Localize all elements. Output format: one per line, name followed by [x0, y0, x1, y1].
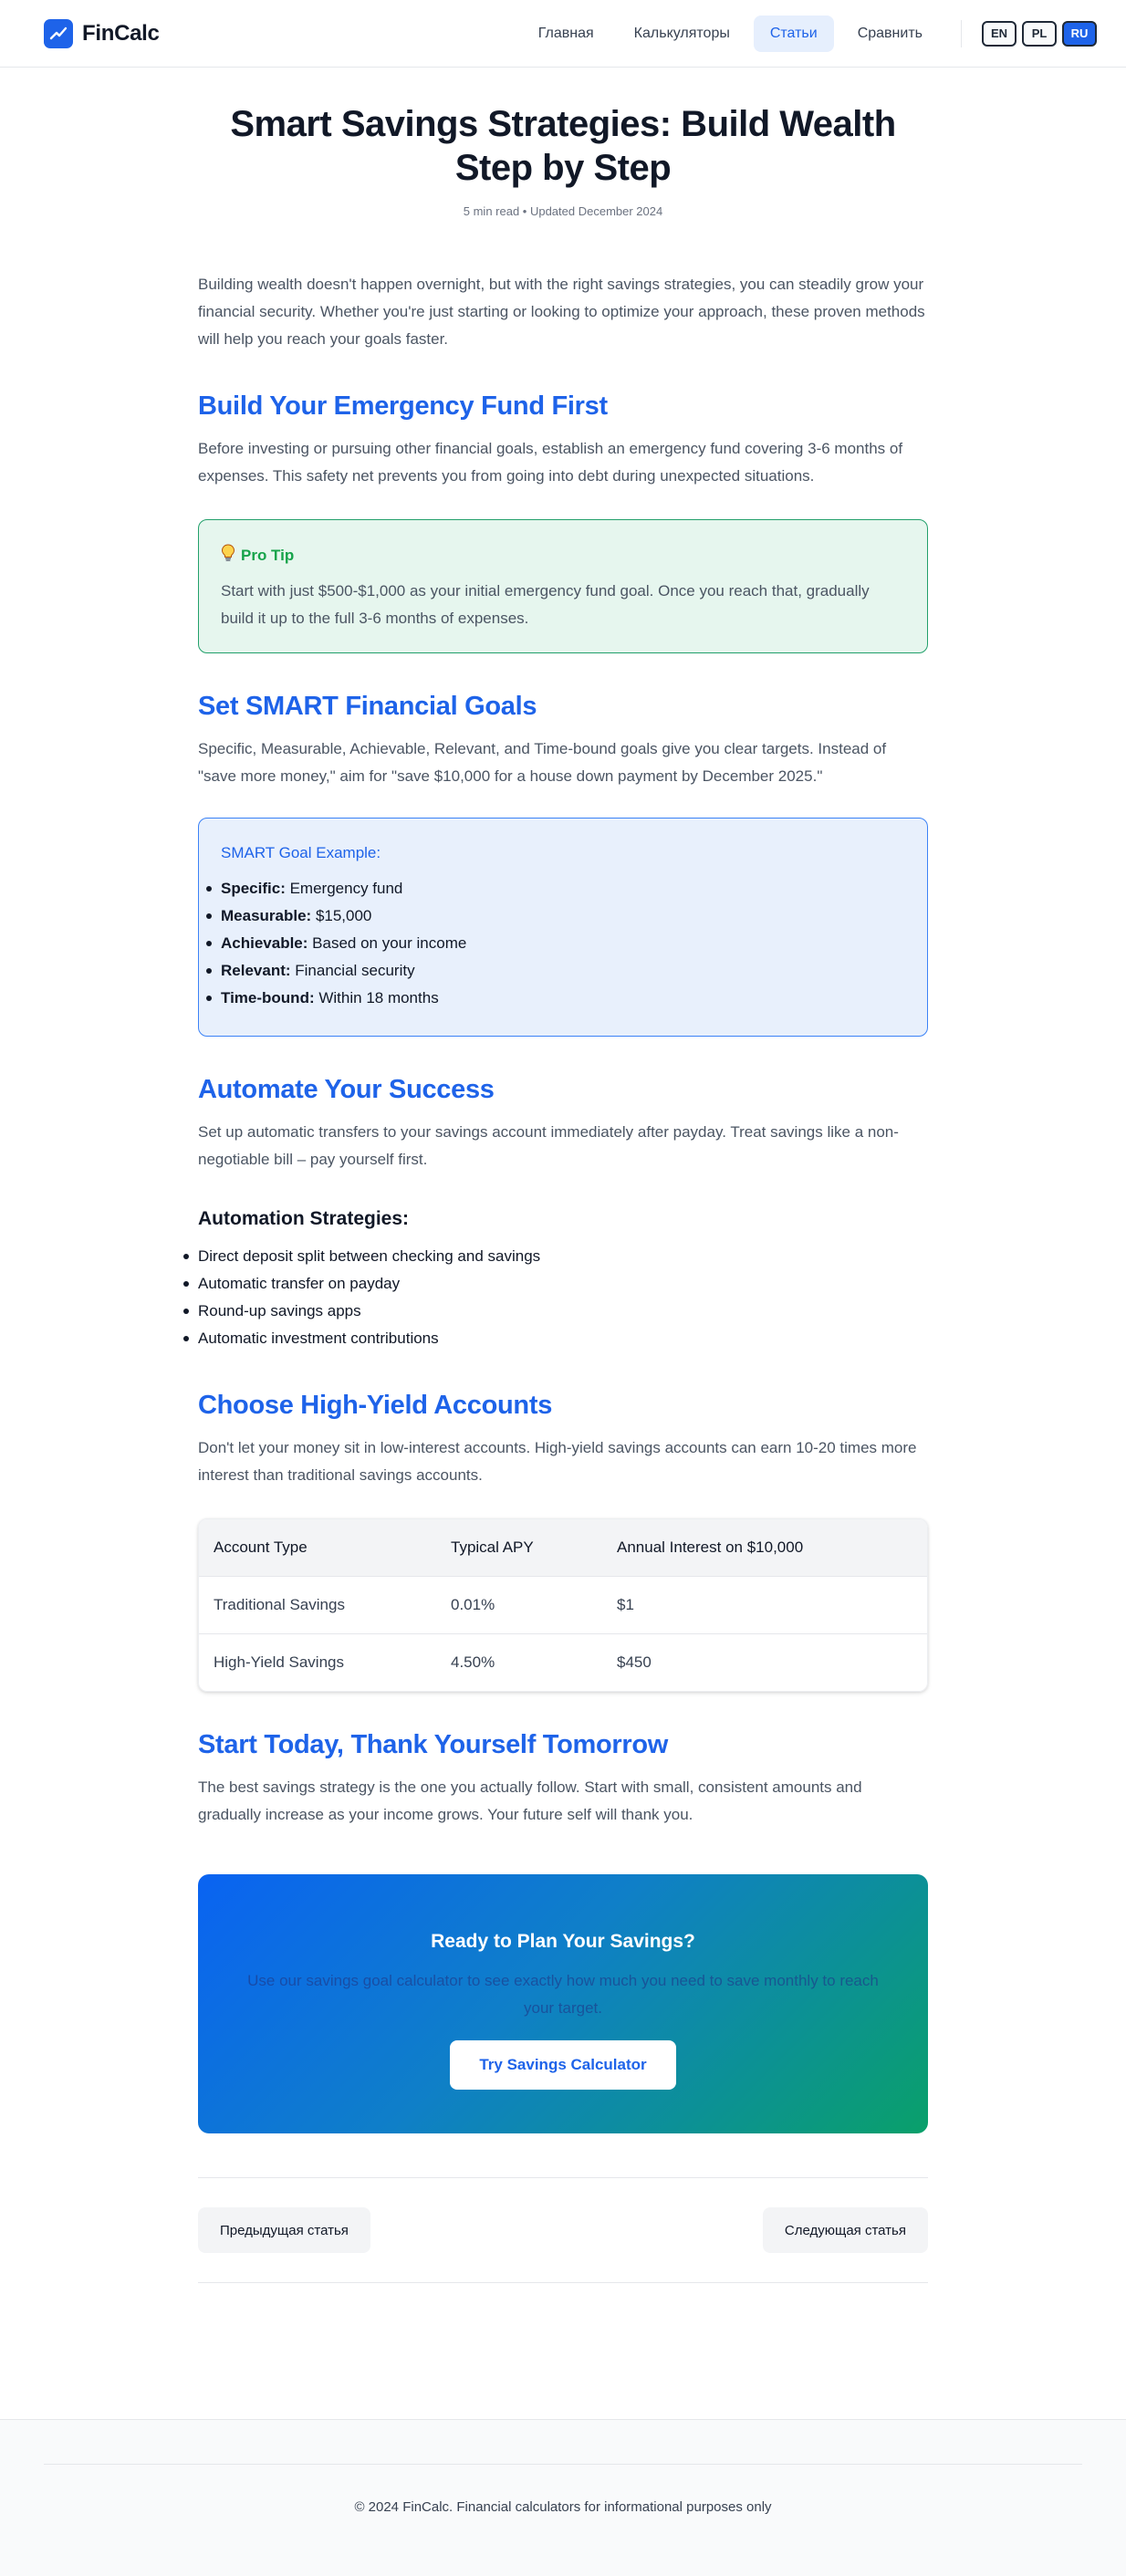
- table-cell: Traditional Savings: [199, 1575, 436, 1633]
- cta-title: Ready to Plan Your Savings?: [431, 1931, 695, 1952]
- goal-term: Achievable:: [221, 934, 308, 952]
- cta-text: Use our savings goal calculator to see e…: [247, 1972, 879, 2017]
- list-item: Round-up savings apps: [183, 1298, 928, 1325]
- tip-text: Start with just $500-$1,000 as your init…: [221, 582, 870, 627]
- tip-title-text: Pro Tip: [241, 546, 295, 564]
- column-header: Typical APY: [436, 1519, 602, 1576]
- section-body: Specific, Measurable, Achievable, Releva…: [198, 740, 887, 785]
- section-body: The best savings strategy is the one you…: [198, 1778, 862, 1823]
- nav-link-articles[interactable]: Статьи: [753, 15, 834, 52]
- table-cell: High-Yield Savings: [199, 1632, 436, 1691]
- pro-tip-box: Pro Tip Start with just $500-$1,000 as y…: [198, 519, 928, 653]
- section-emergency-fund: Build Your Emergency Fund First Before i…: [198, 390, 928, 653]
- column-header: Annual Interest on $10,000: [602, 1519, 927, 1576]
- goal-list-item: Specific: Emergency fund: [206, 875, 905, 902]
- section-high-yield: Choose High-Yield Accounts Don't let you…: [198, 1389, 928, 1692]
- nav-links: Главная Калькуляторы Статьи Сравнить: [522, 15, 939, 52]
- list-item: Automatic transfer on payday: [183, 1270, 928, 1298]
- goal-list-item: Achievable: Based on your income: [206, 930, 905, 957]
- table-header-row: Account Type Typical APY Annual Interest…: [199, 1519, 927, 1576]
- section-title: Build Your Emergency Fund First: [198, 391, 608, 421]
- list-item: Automatic investment contributions: [183, 1325, 928, 1352]
- goal-term: Relevant:: [221, 962, 291, 979]
- lightbulb-icon: [221, 544, 235, 567]
- main-content: Smart Savings Strategies: Build Wealth S…: [0, 68, 1126, 2286]
- goal-list-item: Time-bound: Within 18 months: [206, 985, 905, 1012]
- automation-subheading: Automation Strategies:: [198, 1208, 410, 1229]
- cta-banner: Ready to Plan Your Savings? Use our savi…: [198, 1874, 928, 2133]
- goal-value: Based on your income: [312, 934, 467, 952]
- goal-list-item: Relevant: Financial security: [206, 957, 905, 985]
- section-body: Don't let your money sit in low-interest…: [198, 1439, 917, 1484]
- next-article-button[interactable]: Следующая статья: [762, 2207, 928, 2253]
- article-title: Smart Savings Strategies: Build Wealth S…: [230, 104, 896, 188]
- language-switcher: EN PL RU: [982, 20, 1097, 47]
- lang-button-en[interactable]: EN: [982, 20, 1017, 47]
- try-savings-calculator-button[interactable]: Try Savings Calculator: [450, 2040, 676, 2090]
- section-start-today: Start Today, Thank Yourself Tomorrow The…: [198, 1728, 928, 1829]
- goal-list: Specific: Emergency fund Measurable: $15…: [206, 875, 905, 1012]
- trend-up-icon: [44, 18, 73, 48]
- brand[interactable]: FinCalc: [44, 18, 160, 48]
- goal-value: Within 18 months: [318, 989, 439, 1006]
- goal-term: Measurable:: [221, 907, 312, 924]
- brand-name: FinCalc: [82, 20, 160, 46]
- lang-button-pl[interactable]: PL: [1022, 20, 1057, 47]
- goal-example-title: SMART Goal Example:: [221, 844, 381, 861]
- article-pager: Предыдущая статья Следующая статья: [198, 2177, 928, 2283]
- table-cell: $450: [602, 1632, 927, 1691]
- goal-value: Financial security: [295, 962, 415, 979]
- previous-article-button[interactable]: Предыдущая статья: [198, 2207, 370, 2253]
- nav-link-compare[interactable]: Сравнить: [841, 16, 939, 52]
- nav-link-home[interactable]: Главная: [522, 16, 610, 52]
- tip-title: Pro Tip: [221, 544, 905, 567]
- table-cell: $1: [602, 1575, 927, 1633]
- account-comparison-table: Account Type Typical APY Annual Interest…: [198, 1518, 928, 1692]
- article: Smart Savings Strategies: Build Wealth S…: [183, 68, 928, 2283]
- section-title: Set SMART Financial Goals: [198, 692, 537, 721]
- automation-list: Direct deposit split between checking an…: [183, 1243, 928, 1352]
- article-lead: Building wealth doesn't happen overnight…: [198, 276, 925, 348]
- section-title: Choose High-Yield Accounts: [198, 1391, 553, 1420]
- section-smart-goals: Set SMART Financial Goals Specific, Meas…: [198, 690, 928, 1037]
- column-header: Account Type: [199, 1519, 436, 1576]
- lang-button-ru[interactable]: RU: [1062, 20, 1097, 47]
- article-meta: 5 min read • Updated December 2024: [463, 204, 663, 218]
- section-title: Automate Your Success: [198, 1075, 495, 1104]
- goal-term: Time-bound:: [221, 989, 315, 1006]
- nav-divider: [961, 19, 962, 47]
- main-nav: Главная Калькуляторы Статьи Сравнить EN …: [522, 15, 1097, 52]
- site-footer: © 2024 FinCalc. Financial calculators fo…: [0, 2419, 1126, 2576]
- footer-copyright: © 2024 FinCalc. Financial calculators fo…: [44, 2464, 1082, 2515]
- table-row: Traditional Savings 0.01% $1: [199, 1575, 927, 1633]
- goal-list-item: Measurable: $15,000: [206, 902, 905, 930]
- section-body: Before investing or pursuing other finan…: [198, 440, 903, 485]
- list-item: Direct deposit split between checking an…: [183, 1243, 928, 1270]
- section-body: Set up automatic transfers to your savin…: [198, 1123, 899, 1168]
- goal-value: Emergency fund: [289, 880, 403, 897]
- goal-value: $15,000: [315, 907, 372, 924]
- table-cell: 0.01%: [436, 1575, 602, 1633]
- section-title: Start Today, Thank Yourself Tomorrow: [198, 1730, 669, 1759]
- site-header: FinCalc Главная Калькуляторы Статьи Срав…: [0, 0, 1126, 68]
- table-row: High-Yield Savings 4.50% $450: [199, 1632, 927, 1691]
- smart-goal-example-box: SMART Goal Example: Specific: Emergency …: [198, 818, 928, 1037]
- nav-link-calculators[interactable]: Калькуляторы: [618, 16, 746, 52]
- goal-term: Specific:: [221, 880, 286, 897]
- table-cell: 4.50%: [436, 1632, 602, 1691]
- section-automate: Automate Your Success Set up automatic t…: [183, 1073, 928, 1352]
